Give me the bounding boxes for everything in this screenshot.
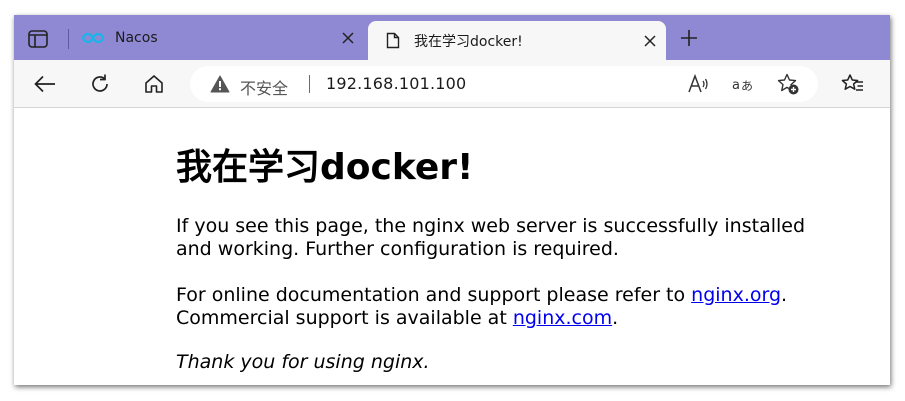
security-status[interactable]: 不安全 [240,75,288,99]
close-icon[interactable] [340,30,356,46]
support-text: For online documentation and support ple… [176,284,692,306]
svg-text:あ: あ [741,79,753,93]
tab-title: Nacos [115,29,158,46]
close-icon[interactable] [642,33,658,49]
warning-icon[interactable] [210,75,230,93]
tab-separator [68,29,69,49]
new-tab-button[interactable] [678,27,700,49]
tab-title: 我在学习docker! [414,33,523,50]
refresh-button[interactable] [87,71,113,97]
commercial-text-end: . [612,307,619,329]
url-text[interactable]: 192.168.101.100 [326,74,466,93]
nginx-com-link[interactable]: nginx.com [513,307,612,329]
toolbar: 不安全 192.168.101.100 a あ [14,60,890,108]
nginx-org-link[interactable]: nginx.org [691,284,781,306]
translate-icon[interactable]: a あ [731,72,755,96]
add-favorite-icon[interactable] [776,72,800,96]
favorites-icon [841,73,865,95]
page-icon [382,32,404,49]
tab-nacos[interactable]: Nacos [70,15,364,60]
home-button[interactable] [141,71,167,97]
read-aloud-icon[interactable] [686,72,710,96]
commercial-text: Commercial support is available at [176,307,513,329]
tab-actions-icon[interactable] [27,29,49,49]
browser-window: Nacos 我在学习docker! 不安全 192.168.101.100 a … [14,15,890,385]
nacos-logo-icon [82,30,104,46]
support-text-end: . [781,284,788,306]
page-heading: 我在学习docker! [176,147,474,188]
address-bar[interactable]: 不安全 192.168.101.100 a あ [190,66,818,102]
svg-text:a: a [732,78,740,93]
back-button[interactable] [32,71,58,97]
support-paragraph: For online documentation and support ple… [176,284,836,330]
thanks-paragraph: Thank you for using nginx. [176,351,430,373]
tab-active-docker[interactable]: 我在学习docker! [368,21,666,60]
intro-paragraph: If you see this page, the nginx web serv… [176,215,806,260]
address-separator [309,75,310,93]
favorites-button[interactable] [840,71,866,97]
page-content: 我在学习docker! If you see this page, the ng… [14,108,890,385]
tab-strip: Nacos 我在学习docker! [14,15,890,60]
